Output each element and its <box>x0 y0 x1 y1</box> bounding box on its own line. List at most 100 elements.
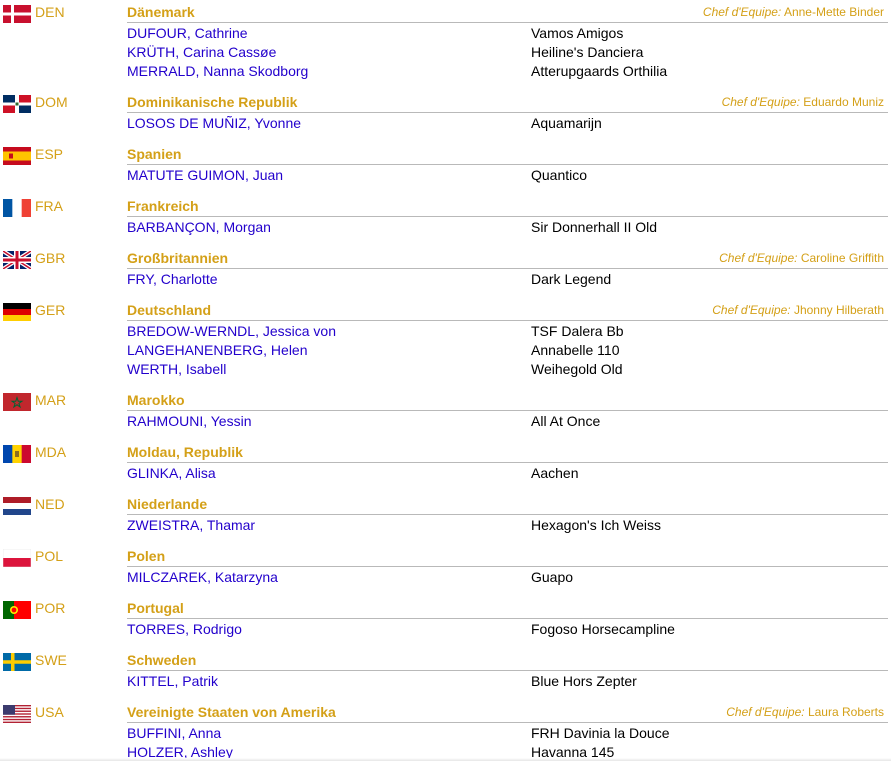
nation-name: Polen <box>127 548 166 564</box>
nation-code: SWE <box>35 652 67 668</box>
nation-name: Marokko <box>127 392 185 408</box>
nation-name: Großbritannien <box>127 250 229 266</box>
nation-name: Frankreich <box>127 198 199 214</box>
rider-link[interactable]: MILCZAREK, Katarzyna <box>127 568 278 587</box>
table-row: BREDOW-WERNDL, Jessica von TSF Dalera Bb <box>0 322 891 341</box>
nation-block: GBR Großbritannien Chef d'Equipe: Caroline… <box>0 249 891 289</box>
rider-link[interactable]: FRY, Charlotte <box>127 270 218 289</box>
rider-link[interactable]: ZWEISTRA, Thamar <box>127 516 255 535</box>
nation-divider <box>127 22 888 23</box>
nation-name: Moldau, Republik <box>127 444 243 460</box>
rider-link[interactable]: KRÜTH, Carina Cassøe <box>127 43 276 62</box>
horse-name: Vamos Amigos <box>531 25 624 41</box>
table-row: BUFFINI, Anna FRH Davinia la Douce <box>0 724 891 743</box>
nation-block: POR Portugal TORRES, Rodrigo Fogoso Horseca… <box>0 599 891 639</box>
flag-ned-icon <box>3 497 31 515</box>
nation-code: DEN <box>35 4 65 20</box>
nation-name: Niederlande <box>127 496 208 512</box>
nation-block: SWE Schweden KITTEL, Patrik Blue Hors Zepte… <box>0 651 891 691</box>
riders-list: GLINKA, Alisa Aachen <box>0 462 891 483</box>
horse-name: Blue Hors Zepter <box>531 673 637 689</box>
horse-name: Atterupgaards Orthilia <box>531 63 668 79</box>
chef-d-equipe: Chef d'Equipe: Anne-Mette Binder <box>703 3 884 22</box>
table-row: KRÜTH, Carina Cassøe Heiline's Danciera <box>0 43 891 62</box>
rider-link[interactable]: LANGEHANENBERG, Helen <box>127 341 308 360</box>
nation-name: Schweden <box>127 652 197 668</box>
rider-link[interactable]: KITTEL, Patrik <box>127 672 218 691</box>
nation-code: GBR <box>35 250 66 266</box>
nation-code: FRA <box>35 198 63 214</box>
nation-block: USA Vereinigte Staaten von Amerika Chef d'… <box>0 703 891 762</box>
rider-link[interactable]: BARBANÇON, Morgan <box>127 218 271 237</box>
rider-link[interactable]: BREDOW-WERNDL, Jessica von <box>127 322 336 341</box>
riders-list: RAHMOUNI, Yessin All At Once <box>0 410 891 431</box>
flag-por-icon <box>3 601 31 619</box>
nation-header: USA Vereinigte Staaten von Amerika Chef d'… <box>0 703 891 723</box>
nation-divider <box>127 566 888 567</box>
flag-den-icon <box>3 5 31 23</box>
nation-block: MDA Moldau, Republik GLINKA, Alisa Aachen <box>0 443 891 483</box>
nation-block: MAR Marokko RAHMOUNI, Yessin All At Once <box>0 391 891 431</box>
horse-name: Quantico <box>531 167 588 183</box>
nation-divider <box>127 618 888 619</box>
chef-name: Jhonny Hilberath <box>793 303 884 317</box>
nation-code: MAR <box>35 392 67 408</box>
nation-code: ESP <box>35 146 64 162</box>
flag-mda-icon <box>3 445 31 463</box>
horse-name: TSF Dalera Bb <box>531 323 624 339</box>
rider-link[interactable]: GLINKA, Alisa <box>127 464 216 483</box>
table-row: FRY, Charlotte Dark Legend <box>0 270 891 289</box>
horse-name: Sir Donnerhall II Old <box>531 219 658 235</box>
horse-name: All At Once <box>531 413 601 429</box>
table-row: WERTH, Isabell Weihegold Old <box>0 360 891 379</box>
rider-link[interactable]: WERTH, Isabell <box>127 360 226 379</box>
table-row: LANGEHANENBERG, Helen Annabelle 110 <box>0 341 891 360</box>
riders-list: KITTEL, Patrik Blue Hors Zepter <box>0 670 891 691</box>
table-row: ZWEISTRA, Thamar Hexagon's Ich Weiss <box>0 516 891 535</box>
rider-link[interactable]: RAHMOUNI, Yessin <box>127 412 251 431</box>
flag-fra-icon <box>3 199 31 217</box>
rider-link[interactable]: MERRALD, Nanna Skodborg <box>127 62 308 81</box>
horse-name: Aachen <box>531 465 579 481</box>
nation-header: ESP Spanien <box>0 145 891 165</box>
horse-name: Hexagon's Ich Weiss <box>531 517 662 533</box>
riders-list: MATUTE GUIMON, Juan Quantico <box>0 164 891 185</box>
riders-list: MILCZAREK, Katarzyna Guapo <box>0 566 891 587</box>
nation-header: GBR Großbritannien Chef d'Equipe: Caroline… <box>0 249 891 269</box>
riders-list: BREDOW-WERNDL, Jessica von TSF Dalera Bb L… <box>0 320 891 379</box>
nation-name: Deutschland <box>127 302 212 318</box>
table-row: DUFOUR, Cathrine Vamos Amigos <box>0 24 891 43</box>
table-row: MERRALD, Nanna Skodborg Atterupgaards Ort… <box>0 62 891 81</box>
rider-link[interactable]: DUFOUR, Cathrine <box>127 24 248 43</box>
nation-divider <box>127 462 888 463</box>
table-row: BARBANÇON, Morgan Sir Donnerhall II Old <box>0 218 891 237</box>
riders-list: BARBANÇON, Morgan Sir Donnerhall II Old <box>0 216 891 237</box>
rider-link[interactable]: LOSOS DE MUÑIZ, Yvonne <box>127 114 301 133</box>
horse-name: Weihegold Old <box>531 361 623 377</box>
horse-name: Dark Legend <box>531 271 612 287</box>
nation-code: POR <box>35 600 66 616</box>
nation-name: Dänemark <box>127 4 195 20</box>
table-row: TORRES, Rodrigo Fogoso Horsecampline <box>0 620 891 639</box>
nation-block: POL Polen MILCZAREK, Katarzyna Guapo <box>0 547 891 587</box>
nation-block: DOM Dominikanische Republik Chef d'Equipe:… <box>0 93 891 133</box>
nation-header: FRA Frankreich <box>0 197 891 217</box>
nation-name: Portugal <box>127 600 184 616</box>
chef-name: Caroline Griffith <box>800 251 884 265</box>
nation-divider <box>127 112 888 113</box>
rider-link[interactable]: MATUTE GUIMON, Juan <box>127 166 283 185</box>
nation-code: NED <box>35 496 65 512</box>
chef-d-equipe: Chef d'Equipe: Eduardo Muniz <box>722 93 884 112</box>
nation-divider <box>127 514 888 515</box>
nation-header: GER Deutschland Chef d'Equipe: Jhonny Hilb… <box>0 301 891 321</box>
rider-link[interactable]: TORRES, Rodrigo <box>127 620 242 639</box>
horse-name: Heiline's Danciera <box>531 44 644 60</box>
nation-block: ESP Spanien MATUTE GUIMON, Juan Quantico <box>0 145 891 185</box>
nation-header: MAR Marokko <box>0 391 891 411</box>
chef-d-equipe: Chef d'Equipe: Caroline Griffith <box>719 249 884 268</box>
flag-swe-icon <box>3 653 31 671</box>
chef-d-equipe: Chef d'Equipe: Jhonny Hilberath <box>712 301 884 320</box>
chef-label: Chef d'Equipe: <box>712 303 791 317</box>
rider-link[interactable]: BUFFINI, Anna <box>127 724 221 743</box>
nation-header: POR Portugal <box>0 599 891 619</box>
